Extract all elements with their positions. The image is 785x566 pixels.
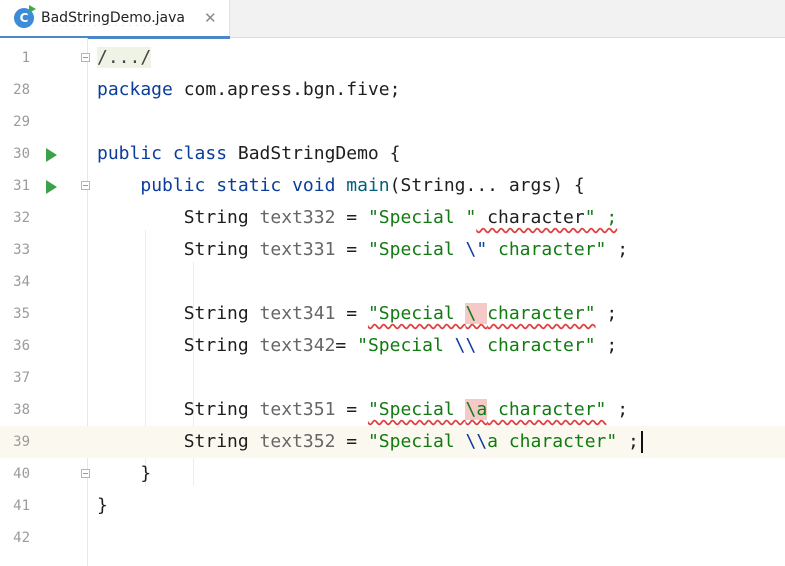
fold-icon[interactable] <box>81 53 90 62</box>
line-number: 31 <box>13 178 30 194</box>
code-text: String text342= "Special \\ character" ; <box>97 335 618 356</box>
code-line: 33 String text331 = "Special \" characte… <box>0 234 785 266</box>
tab-filename: BadStringDemo.java <box>41 10 185 26</box>
code-line: 32 String text332 = "Special " character… <box>0 202 785 234</box>
code-line: 28 package com.apress.bgn.five; <box>0 74 785 106</box>
fold-icon[interactable] <box>81 469 90 478</box>
code-text: } <box>97 495 108 516</box>
code-line: 29 <box>0 106 785 138</box>
editor-tab-bar: C BadStringDemo.java ✕ <box>0 0 785 39</box>
line-number: 34 <box>13 274 30 290</box>
line-number: 35 <box>13 306 30 322</box>
line-number: 33 <box>13 242 30 258</box>
close-icon[interactable]: ✕ <box>204 9 217 27</box>
text-caret <box>640 431 643 453</box>
line-number: 32 <box>13 210 30 226</box>
line-number: 41 <box>13 498 30 514</box>
code-text: /.../ <box>97 42 152 74</box>
line-number: 30 <box>13 146 30 162</box>
code-text: String text332 = "Special " character" ; <box>97 207 618 228</box>
code-line: 35 String text341 = "Special \ character… <box>0 298 785 330</box>
code-line: 38 String text351 = "Special \a characte… <box>0 394 785 426</box>
run-icon[interactable] <box>46 180 57 194</box>
line-number: 28 <box>13 82 30 98</box>
code-text: package com.apress.bgn.five; <box>97 79 401 100</box>
code-line: 37 <box>0 362 785 394</box>
code-text: } <box>97 463 152 484</box>
run-icon[interactable] <box>46 148 57 162</box>
code-editor[interactable]: 1 /.../ 28 package com.apress.bgn.five; … <box>0 38 785 566</box>
line-number: 39 <box>13 434 30 450</box>
code-line: 41 } <box>0 490 785 522</box>
runnable-badge-icon <box>29 5 36 13</box>
line-number: 29 <box>13 114 30 130</box>
code-text: String text351 = "Special \a character" … <box>97 399 629 420</box>
code-text: public static void main(String... args) … <box>140 175 585 196</box>
line-number: 36 <box>13 338 30 354</box>
code-line: 40 } <box>0 458 785 490</box>
code-line: 34 <box>0 266 785 298</box>
fold-icon[interactable] <box>81 181 90 190</box>
code-line: 30 public class BadStringDemo { <box>0 138 785 170</box>
code-text: public class BadStringDemo { <box>97 143 401 164</box>
code-line-current: 39 String text352 = "Special \\a charact… <box>0 426 785 458</box>
line-number: 38 <box>13 402 30 418</box>
editor-tab[interactable]: C BadStringDemo.java ✕ <box>0 0 230 39</box>
line-number: 40 <box>13 466 30 482</box>
code-text: String text341 = "Special \ character" ; <box>97 303 618 324</box>
line-number: 37 <box>13 370 30 386</box>
line-number: 42 <box>13 530 30 546</box>
code-text: String text331 = "Special \" character" … <box>97 239 629 260</box>
code-line: 31 public static void main(String... arg… <box>0 170 785 202</box>
folded-comment[interactable]: /.../ <box>97 47 152 68</box>
code-text: String text352 = "Special \\a character"… <box>97 426 643 458</box>
code-line: 42 <box>0 522 785 554</box>
code-line: 36 String text342= "Special \\ character… <box>0 330 785 362</box>
line-number: 1 <box>21 50 30 66</box>
code-line: 1 /.../ <box>0 42 785 74</box>
